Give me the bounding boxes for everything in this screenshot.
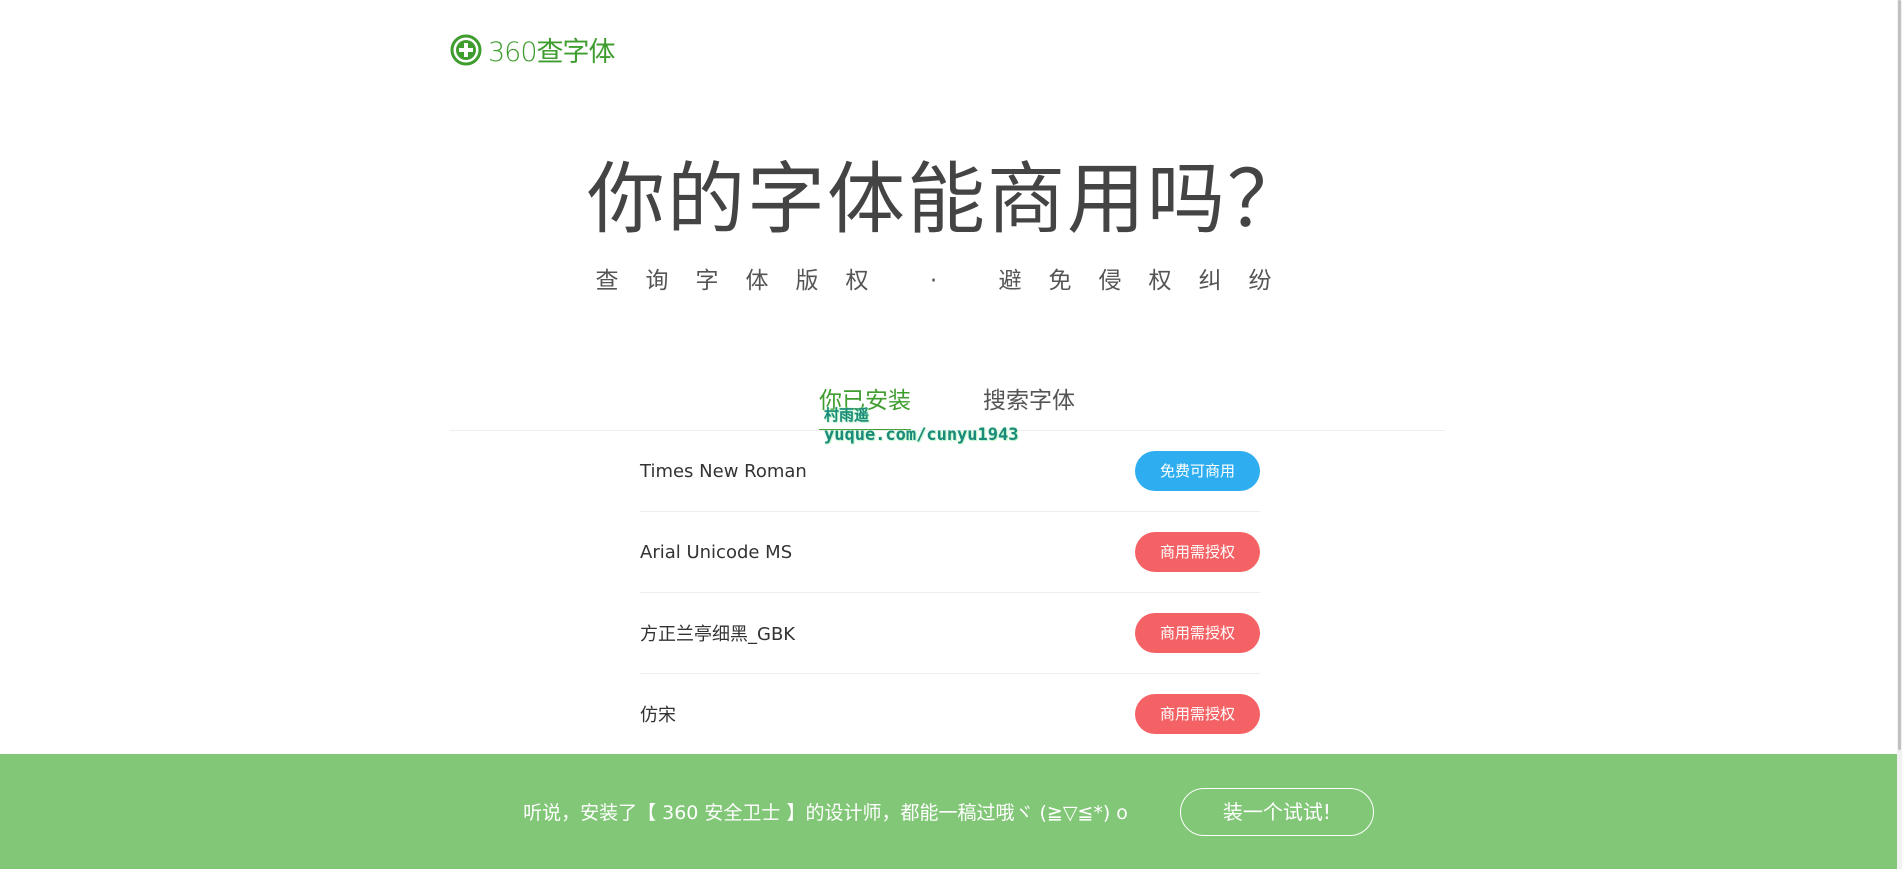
list-item: 方正兰亭细黑_GBK 商用需授权 bbox=[640, 593, 1260, 674]
scrollbar[interactable] bbox=[1897, 0, 1902, 869]
logo-text: 360查字体 bbox=[488, 37, 616, 68]
license-badge[interactable]: 商用需授权 bbox=[1135, 532, 1260, 572]
font-list: Times New Roman 免费可商用 Arial Unicode MS 商… bbox=[640, 431, 1260, 755]
tab-bar: 你已安装 搜索字体 bbox=[0, 383, 1894, 431]
tab-installed[interactable]: 你已安装 bbox=[819, 383, 911, 431]
banner-text: 听说，安装了【 360 安全卫士 】的设计师，都能一稿过哦ヾ (≧▽≦*) o bbox=[523, 802, 1128, 824]
logo[interactable]: 360查字体 bbox=[450, 30, 616, 69]
scrollbar-thumb[interactable] bbox=[1898, 0, 1901, 750]
font-name: 仿宋 bbox=[640, 705, 676, 726]
hero-title: 你的字体能商用吗？ bbox=[586, 155, 1307, 245]
page: 360查字体 你的字体能商用吗？ 查询字体版权 · 避免侵权纠纷 你已安装 搜索… bbox=[0, 0, 1902, 869]
try-install-button[interactable]: 装一个试试! bbox=[1179, 787, 1374, 836]
license-badge[interactable]: 商用需授权 bbox=[1135, 694, 1260, 734]
hero-subtitle: 查询字体版权 · 避免侵权纠纷 bbox=[595, 268, 1299, 294]
font-name: 方正兰亭细黑_GBK bbox=[640, 624, 796, 645]
promo-banner: 听说，安装了【 360 安全卫士 】的设计师，都能一稿过哦ヾ (≧▽≦*) o … bbox=[0, 754, 1897, 869]
list-item: 仿宋 商用需授权 bbox=[640, 674, 1260, 755]
font-name: Times New Roman bbox=[640, 460, 807, 482]
font-name: Arial Unicode MS bbox=[640, 541, 793, 563]
license-badge[interactable]: 免费可商用 bbox=[1135, 451, 1260, 491]
plus-circle-icon bbox=[450, 34, 482, 65]
list-item: Arial Unicode MS 商用需授权 bbox=[640, 512, 1260, 593]
list-item: Times New Roman 免费可商用 bbox=[640, 431, 1260, 512]
license-badge[interactable]: 商用需授权 bbox=[1135, 613, 1260, 653]
tab-search[interactable]: 搜索字体 bbox=[983, 383, 1075, 431]
